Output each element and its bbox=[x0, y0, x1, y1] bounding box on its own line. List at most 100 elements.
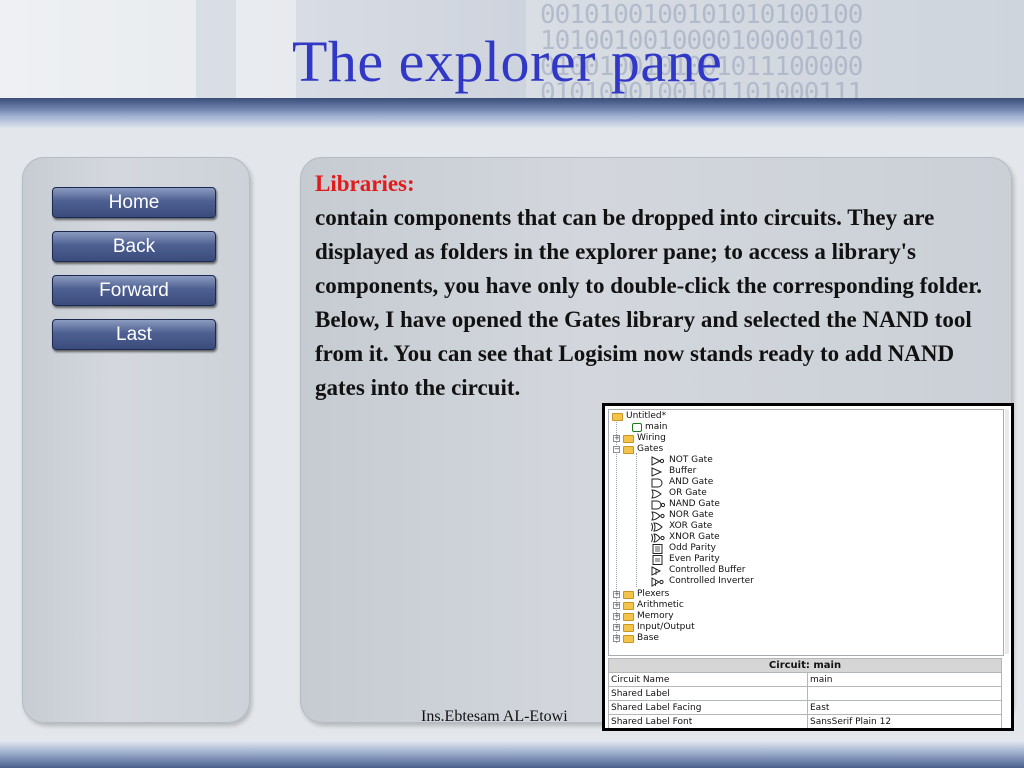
tree-item-gate[interactable]: AND Gate bbox=[650, 477, 713, 488]
slide-header: 0010100100101010100100 10100100100001000… bbox=[0, 0, 1024, 128]
expand-icon[interactable]: + bbox=[613, 635, 620, 642]
header-band bbox=[196, 0, 236, 100]
xor-gate-icon bbox=[651, 521, 663, 532]
table-row: Shared Label bbox=[608, 686, 1002, 701]
folder-icon bbox=[612, 412, 623, 421]
explorer-tree: Untitled* main + Wiring − Gates NOT Gate… bbox=[608, 409, 1004, 656]
tree-item-gate[interactable]: XOR Gate bbox=[650, 521, 712, 532]
expand-icon[interactable]: + bbox=[613, 613, 620, 620]
property-name: Shared Label bbox=[608, 686, 808, 701]
property-name: Circuit Name bbox=[608, 672, 808, 687]
tree-item-gate[interactable]: Controlled Buffer bbox=[650, 565, 745, 576]
tree-item-label: AND Gate bbox=[669, 477, 714, 487]
table-row: Shared Label Facing East bbox=[608, 700, 1002, 715]
table-row: Circuit Name main bbox=[608, 672, 1002, 687]
navigation-panel: Home Back Forward Last bbox=[22, 157, 250, 723]
home-button[interactable]: Home bbox=[52, 187, 216, 218]
tree-item-label: NAND Gate bbox=[669, 499, 720, 509]
xnor-gate-icon bbox=[651, 532, 665, 543]
tree-item-gate[interactable]: Odd Parity bbox=[650, 543, 716, 554]
folder-icon bbox=[623, 590, 634, 599]
tree-item-label: Input/Output bbox=[637, 622, 695, 632]
last-button[interactable]: Last bbox=[52, 319, 216, 350]
tree-item-library[interactable]: + Arithmetic bbox=[613, 600, 684, 611]
tree-item-label: Wiring bbox=[637, 433, 666, 443]
collapse-icon[interactable]: − bbox=[613, 446, 620, 453]
tree-item-label: Buffer bbox=[669, 466, 697, 476]
properties-table: Circuit: main Circuit Name main Shared L… bbox=[608, 658, 1002, 728]
properties-header: Circuit: main bbox=[608, 658, 1002, 673]
slide-title: The explorer pane bbox=[292, 29, 723, 94]
tree-item-label: OR Gate bbox=[669, 488, 707, 498]
expand-icon[interactable]: + bbox=[613, 435, 620, 442]
tree-item-library[interactable]: − Gates bbox=[613, 444, 663, 455]
header-rule bbox=[0, 98, 1024, 128]
tree-item-library[interactable]: + Memory bbox=[613, 611, 674, 622]
tree-item-library[interactable]: + Plexers bbox=[613, 589, 669, 600]
tree-item-label: Odd Parity bbox=[669, 543, 716, 553]
tree-item-library[interactable]: + Base bbox=[613, 633, 659, 644]
controlled-inverter-icon bbox=[651, 576, 664, 587]
circuit-icon bbox=[632, 423, 642, 432]
expand-icon[interactable]: + bbox=[613, 624, 620, 631]
folder-icon bbox=[623, 601, 634, 610]
not-gate-icon bbox=[651, 455, 665, 466]
even-parity-icon bbox=[652, 554, 663, 565]
tree-item-library[interactable]: + Wiring bbox=[613, 433, 666, 444]
tree-item-label: main bbox=[645, 422, 668, 432]
property-name: Shared Label Font bbox=[608, 714, 808, 728]
tree-guide-line bbox=[636, 453, 637, 587]
tree-item-label: XNOR Gate bbox=[669, 532, 720, 542]
tree-item-label: Memory bbox=[637, 611, 674, 621]
nand-gate-icon bbox=[651, 500, 666, 509]
tree-item-label: NOT Gate bbox=[669, 455, 713, 465]
footer-strip bbox=[0, 740, 1024, 768]
tree-item-gate[interactable]: OR Gate bbox=[650, 488, 707, 499]
body-text: contain components that can be dropped i… bbox=[315, 205, 983, 400]
tree-item-gate-selected[interactable]: NAND Gate bbox=[650, 499, 720, 510]
expand-icon[interactable]: + bbox=[613, 591, 620, 598]
odd-parity-icon bbox=[652, 543, 663, 554]
tree-item-label: Base bbox=[637, 633, 659, 643]
tree-item-gate[interactable]: Even Parity bbox=[650, 554, 720, 565]
folder-icon bbox=[623, 434, 634, 443]
controlled-buffer-icon bbox=[651, 565, 662, 576]
forward-button[interactable]: Forward bbox=[52, 275, 216, 306]
tree-item-label: Even Parity bbox=[669, 554, 720, 564]
property-value[interactable]: SansSerif Plain 12 bbox=[807, 714, 1002, 728]
and-gate-icon bbox=[651, 478, 663, 487]
tree-item-project[interactable]: Untitled* bbox=[612, 411, 666, 422]
folder-icon bbox=[623, 445, 634, 454]
tree-item-label: Controlled Inverter bbox=[669, 576, 754, 586]
property-value[interactable]: main bbox=[807, 672, 1002, 687]
tree-item-gate[interactable]: NOR Gate bbox=[650, 510, 714, 521]
nor-gate-icon bbox=[651, 510, 665, 521]
folder-icon bbox=[623, 634, 634, 643]
tree-item-gate[interactable]: NOT Gate bbox=[650, 455, 713, 466]
tree-item-main-circuit[interactable]: main bbox=[632, 422, 668, 433]
tree-item-label: Gates bbox=[637, 444, 664, 454]
tree-item-label: Arithmetic bbox=[637, 600, 684, 610]
folder-icon bbox=[623, 623, 634, 632]
table-row: Shared Label Font SansSerif Plain 12 bbox=[608, 714, 1002, 728]
or-gate-icon bbox=[651, 488, 662, 499]
property-name: Shared Label Facing bbox=[608, 700, 808, 715]
tree-item-label: XOR Gate bbox=[669, 521, 713, 531]
tree-item-library[interactable]: + Input/Output bbox=[613, 622, 695, 633]
explorer-pane-screenshot: Untitled* main + Wiring − Gates NOT Gate… bbox=[602, 403, 1014, 731]
back-button[interactable]: Back bbox=[52, 231, 216, 262]
tree-item-gate[interactable]: Controlled Inverter bbox=[650, 576, 754, 587]
properties-header-row: Circuit: main bbox=[608, 658, 1002, 673]
expand-icon[interactable]: + bbox=[613, 602, 620, 609]
author-credit: Ins.Ebtesam AL-Etowi bbox=[421, 708, 568, 725]
section-heading: Libraries: bbox=[315, 171, 415, 196]
tree-item-label: NOR Gate bbox=[669, 510, 714, 520]
property-value[interactable] bbox=[807, 686, 1002, 701]
property-value[interactable]: East bbox=[807, 700, 1002, 715]
tree-item-gate[interactable]: XNOR Gate bbox=[650, 532, 720, 543]
tree-item-label: Plexers bbox=[637, 589, 670, 599]
scrollbar[interactable] bbox=[1005, 409, 1009, 654]
buffer-icon bbox=[651, 466, 663, 477]
tree-item-label: Controlled Buffer bbox=[669, 565, 746, 575]
tree-item-gate[interactable]: Buffer bbox=[650, 466, 696, 477]
